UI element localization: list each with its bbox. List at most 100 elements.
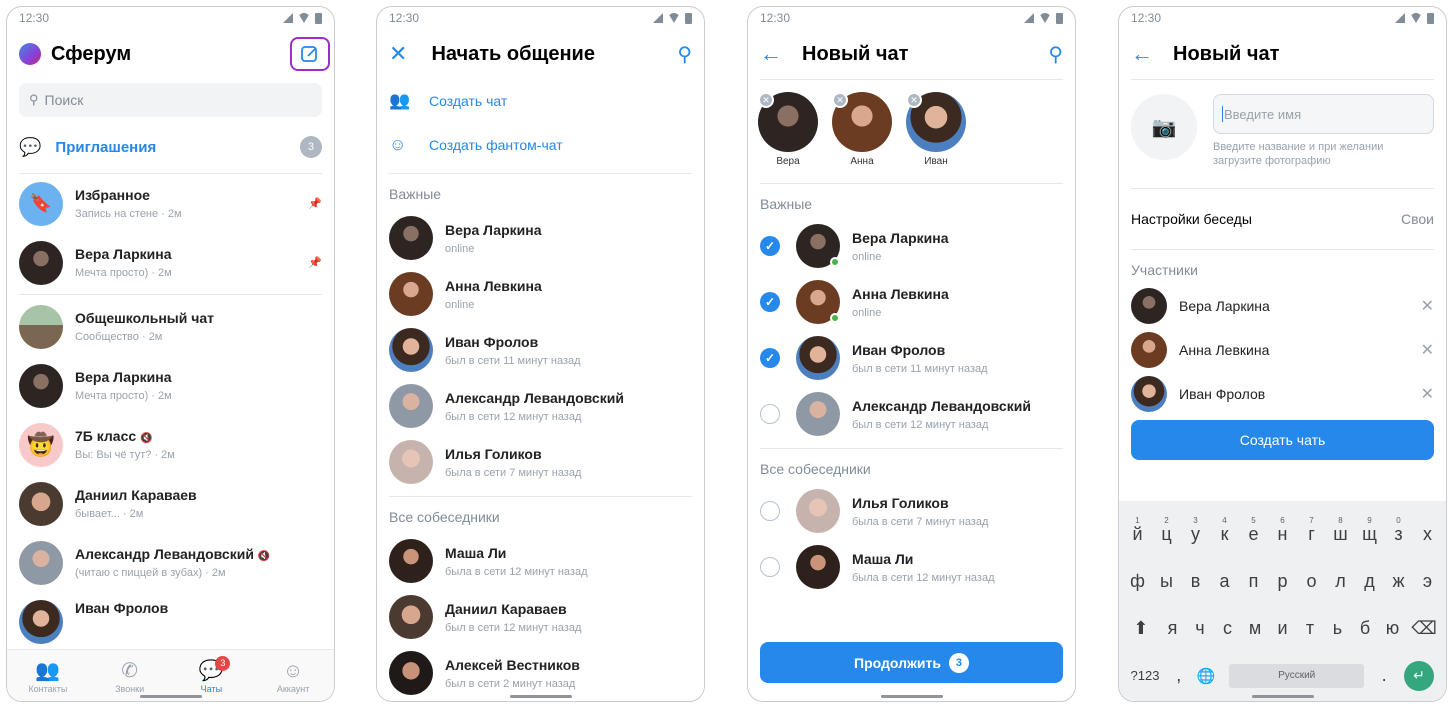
close-icon[interactable]: ✕ xyxy=(389,41,407,67)
key[interactable]: 3у xyxy=(1181,516,1210,545)
checkbox-checked[interactable]: ✓ xyxy=(760,292,780,312)
checkbox-checked[interactable]: ✓ xyxy=(760,348,780,368)
key[interactable]: ж xyxy=(1384,571,1413,592)
photo-upload-button[interactable]: 📷 xyxy=(1131,94,1197,160)
globe-key-icon[interactable]: 🌐 xyxy=(1191,667,1221,685)
back-arrow-icon[interactable]: ← xyxy=(1131,41,1153,67)
selected-chip[interactable]: ✕ Вера xyxy=(758,92,818,167)
tab-calls[interactable]: ✆ Звонки xyxy=(90,658,170,694)
chat-item[interactable]: 🤠 7Б класс 🔇 Вы: Вы чё тут? · 2м xyxy=(19,415,322,474)
contact-item[interactable]: Иван Фролов был в сети 11 минут назад xyxy=(389,322,692,378)
remove-icon[interactable]: ✕ xyxy=(906,92,922,108)
remove-member-icon[interactable]: ✕ xyxy=(1421,384,1434,404)
checkbox-unchecked[interactable] xyxy=(760,557,780,577)
create-phantom-chat-button[interactable]: ☺ Создать фантом-чат xyxy=(377,123,704,167)
contact-item[interactable]: Маша Ли была в сети 12 минут назад xyxy=(760,539,1063,595)
key[interactable]: ю xyxy=(1379,618,1407,639)
chat-item[interactable]: Иван Фролов xyxy=(19,592,322,644)
key[interactable]: и xyxy=(1269,618,1297,639)
search-icon[interactable]: ⚲ xyxy=(1048,42,1063,67)
search-input[interactable]: ⚲ Поиск xyxy=(19,83,322,117)
key[interactable]: с xyxy=(1214,618,1242,639)
key[interactable]: в xyxy=(1181,571,1210,592)
key[interactable]: д xyxy=(1355,571,1384,592)
contact-item[interactable]: Даниил Караваев был в сети 12 минут назад xyxy=(389,589,692,645)
contact-status: была в сети 7 минут назад xyxy=(852,515,989,528)
chat-item[interactable]: Александр Левандовский 🔇 (читаю с пиццей … xyxy=(19,533,322,592)
continue-button[interactable]: Продолжить 3 xyxy=(760,642,1063,683)
create-chat-button[interactable]: 👥 Создать чат xyxy=(377,79,704,123)
checkbox-checked[interactable]: ✓ xyxy=(760,236,780,256)
contact-item[interactable]: Илья Голиков была в сети 7 минут назад xyxy=(760,483,1063,539)
contact-item[interactable]: Александр Левандовский был в сети 12 мину… xyxy=(389,378,692,434)
compose-button[interactable] xyxy=(290,37,330,71)
key[interactable]: 7г xyxy=(1297,516,1326,545)
contact-item[interactable]: Александр Левандовский был в сети 12 мину… xyxy=(760,386,1063,442)
key[interactable]: т xyxy=(1296,618,1324,639)
key[interactable]: р xyxy=(1268,571,1297,592)
key[interactable]: ы xyxy=(1152,571,1181,592)
key[interactable]: 4к xyxy=(1210,516,1239,545)
key[interactable]: ч xyxy=(1186,618,1214,639)
contact-item[interactable]: Алексей Вестников был в сети 2 минут наза… xyxy=(389,645,692,701)
tab-account[interactable]: ☺ Аккаунт xyxy=(253,658,333,694)
remove-member-icon[interactable]: ✕ xyxy=(1421,340,1434,360)
key[interactable]: 9щ xyxy=(1355,516,1384,545)
chat-item[interactable]: Вера Ларкина Мечта просто) · 2м xyxy=(19,356,322,415)
keyboard: 1й 2ц 3у 4к 5е 6н 7г 8ш 9щ 0з х ф ы в а … xyxy=(1119,501,1446,701)
symbols-key[interactable]: ?123 xyxy=(1123,668,1167,683)
checkbox-unchecked[interactable] xyxy=(760,501,780,521)
key[interactable]: х xyxy=(1413,524,1442,545)
key[interactable]: л xyxy=(1326,571,1355,592)
key[interactable]: 8ш xyxy=(1326,516,1355,545)
contact-list: Илья Голиков была в сети 7 минут назад Ма… xyxy=(748,483,1075,595)
key[interactable]: ь xyxy=(1324,618,1352,639)
key[interactable]: 6н xyxy=(1268,516,1297,545)
selected-chip[interactable]: ✕ Анна xyxy=(832,92,892,167)
key[interactable]: я xyxy=(1159,618,1187,639)
contact-item[interactable]: ✓ Иван Фролов был в сети 11 минут назад xyxy=(760,330,1063,386)
selected-chip[interactable]: ✕ Иван xyxy=(906,92,966,167)
search-icon: ⚲ xyxy=(29,92,39,107)
invites-row[interactable]: 💬 Приглашения 3 xyxy=(7,121,334,173)
text-cursor xyxy=(1222,106,1223,122)
enter-key[interactable]: ↵ xyxy=(1404,660,1434,691)
tab-chats[interactable]: 💬 3 Чаты xyxy=(171,655,251,694)
contact-item[interactable]: Маша Ли была в сети 12 минут назад xyxy=(389,533,692,589)
key[interactable]: 1й xyxy=(1123,516,1152,545)
contact-item[interactable]: ✓ Вера Ларкина online xyxy=(760,218,1063,274)
contact-item[interactable]: Вера Ларкина online xyxy=(389,210,692,266)
back-arrow-icon[interactable]: ← xyxy=(760,41,782,67)
remove-member-icon[interactable]: ✕ xyxy=(1421,296,1434,316)
backspace-key-icon[interactable]: ⌫ xyxy=(1406,618,1442,639)
checkbox-unchecked[interactable] xyxy=(760,404,780,424)
key[interactable]: 0з xyxy=(1384,516,1413,545)
chat-item[interactable]: Общешкольный чат Сообщество · 2м xyxy=(19,297,322,356)
key[interactable]: о xyxy=(1297,571,1326,592)
contact-item[interactable]: ✓ Анна Левкина online xyxy=(760,274,1063,330)
key[interactable]: ф xyxy=(1123,571,1152,592)
key[interactable]: п xyxy=(1239,571,1268,592)
period-key[interactable]: . xyxy=(1372,665,1396,686)
key[interactable]: а xyxy=(1210,571,1239,592)
contact-item[interactable]: Анна Левкина online xyxy=(389,266,692,322)
chat-item[interactable]: Даниил Караваев бывает... · 2м xyxy=(19,474,322,533)
comma-key[interactable]: , xyxy=(1167,665,1191,686)
space-key[interactable]: Русский xyxy=(1229,663,1365,688)
key[interactable]: э xyxy=(1413,571,1442,592)
chat-settings-row[interactable]: Настройки беседы Свои xyxy=(1119,189,1446,249)
chat-item[interactable]: 🔖 Избранное Запись на стене · 2м 📌 xyxy=(19,174,322,233)
contact-item[interactable]: Илья Голиков была в сети 7 минут назад xyxy=(389,434,692,490)
search-icon[interactable]: ⚲ xyxy=(677,42,692,67)
tab-contacts[interactable]: 👥 Контакты xyxy=(8,658,88,694)
shift-key-icon[interactable]: ⬆ xyxy=(1123,618,1159,639)
remove-icon[interactable]: ✕ xyxy=(758,92,774,108)
chat-item[interactable]: Вера Ларкина Мечта просто) · 2м 📌 xyxy=(19,233,322,292)
key[interactable]: б xyxy=(1351,618,1379,639)
remove-icon[interactable]: ✕ xyxy=(832,92,848,108)
key[interactable]: 5е xyxy=(1239,516,1268,545)
key[interactable]: 2ц xyxy=(1152,516,1181,545)
key[interactable]: м xyxy=(1241,618,1269,639)
create-chat-button[interactable]: Создать чать xyxy=(1131,420,1434,460)
chat-name-input[interactable]: Введите имя xyxy=(1213,94,1434,134)
